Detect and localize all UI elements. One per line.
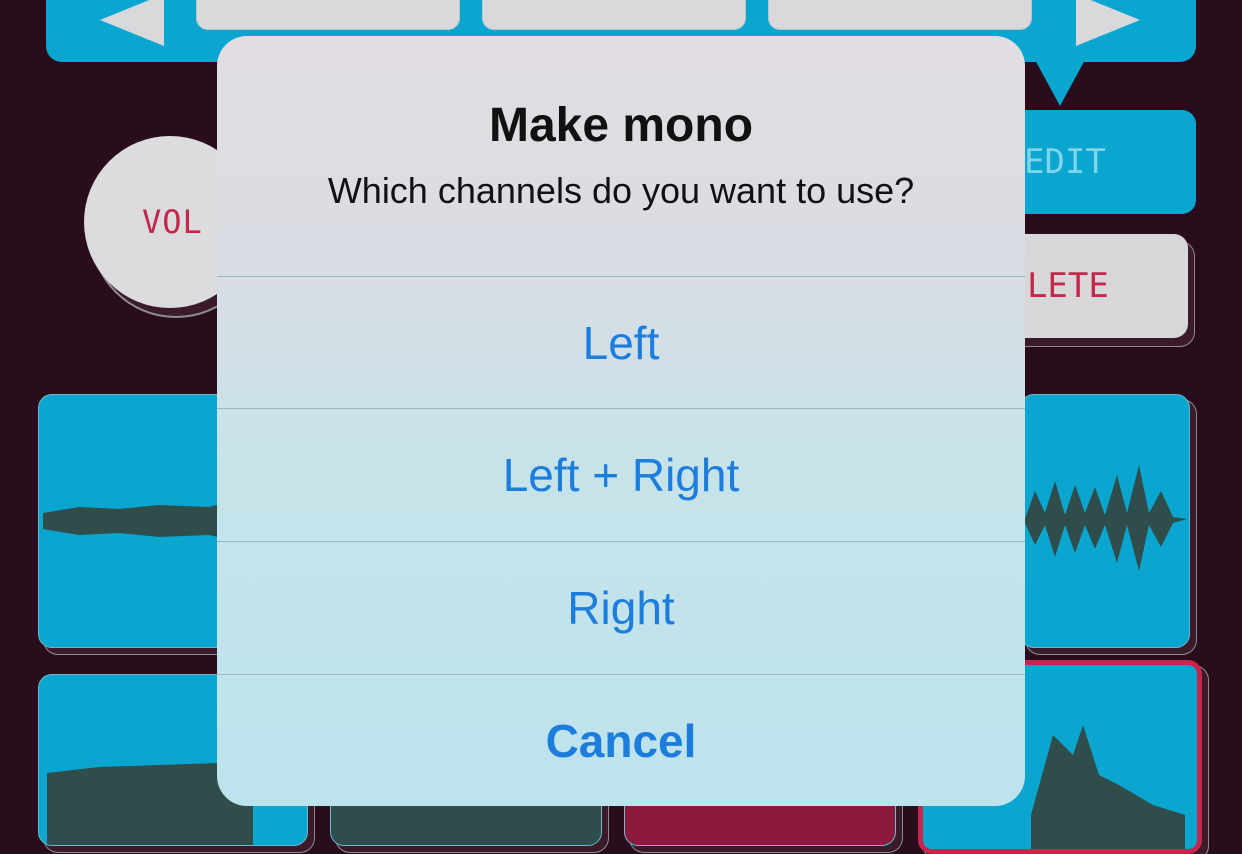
make-mono-alert: Make mono Which channels do you want to … — [217, 36, 1025, 806]
alert-title: Make mono — [488, 99, 754, 152]
cancel-button[interactable]: Cancel — [217, 674, 1025, 806]
alert-header: Make mono Which channels do you want to … — [217, 36, 1025, 276]
left-channel-button[interactable]: Left — [217, 276, 1025, 408]
left-right-channel-button[interactable]: Left + Right — [217, 408, 1025, 540]
right-channel-button[interactable]: Right — [217, 541, 1025, 673]
alert-message: Which channels do you want to use? — [327, 170, 915, 211]
